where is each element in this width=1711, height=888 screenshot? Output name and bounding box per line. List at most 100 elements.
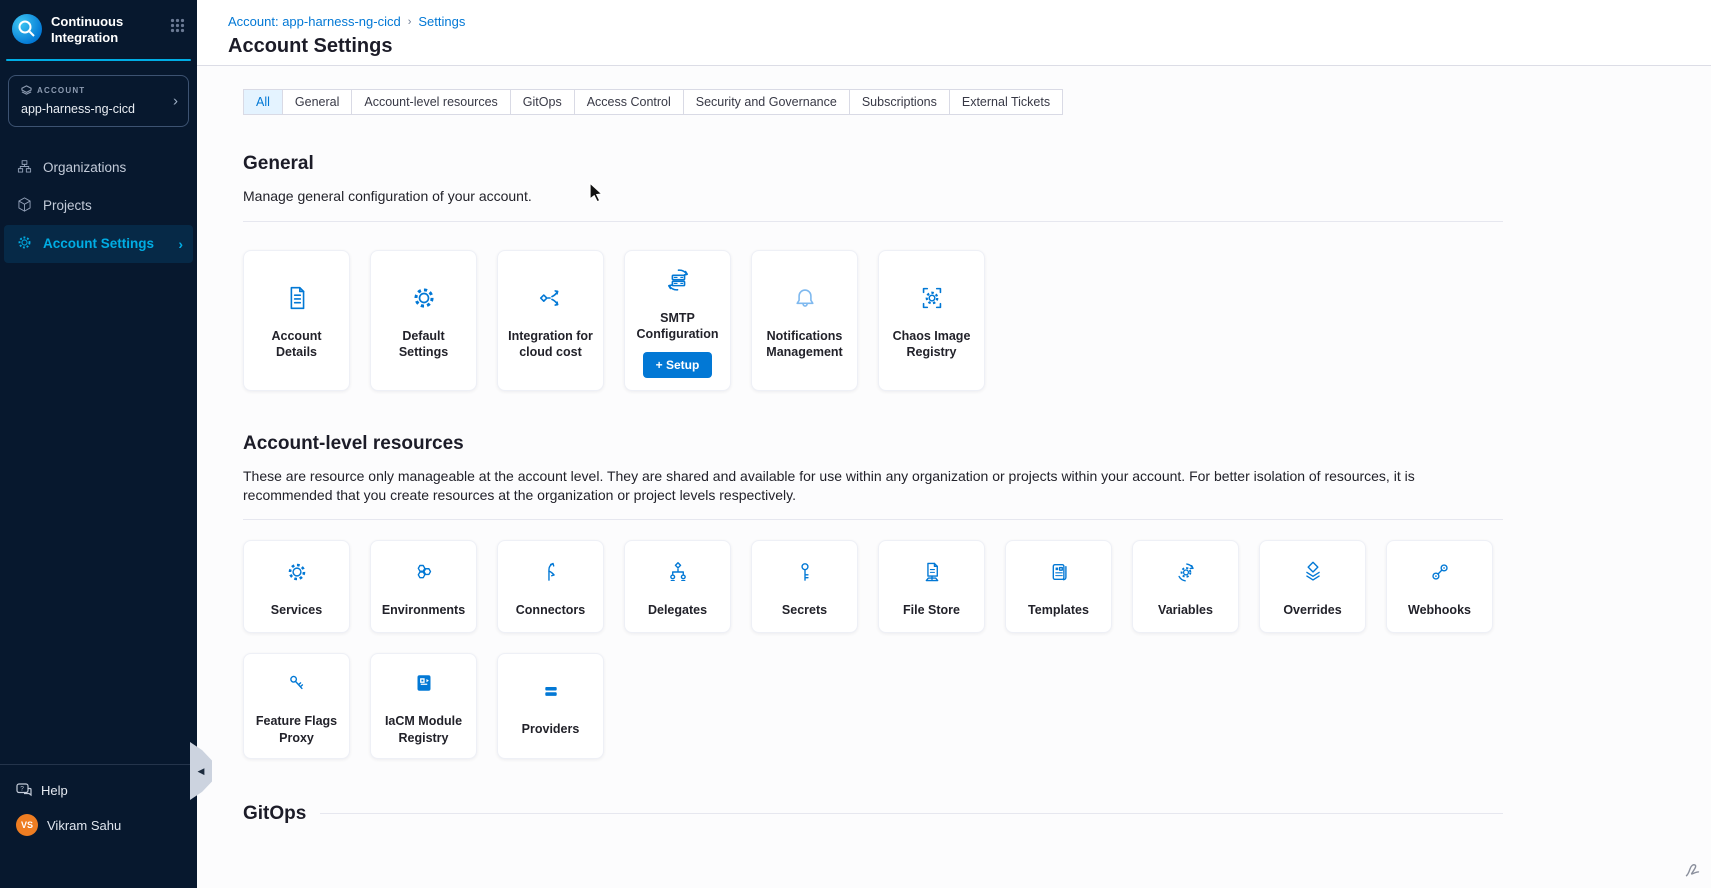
document-card[interactable]: Account Details <box>243 250 350 392</box>
card-label: Default Settings <box>377 328 470 361</box>
chaos-registry-icon <box>917 281 947 315</box>
key-icon <box>792 555 818 589</box>
user-menu[interactable]: VS Vikram Sahu <box>0 804 197 836</box>
tab-external-tickets[interactable]: External Tickets <box>949 89 1063 115</box>
resource-card-grid: Services Environments Connectors Delegates S… <box>243 540 1513 759</box>
providers-bars-icon <box>538 674 564 708</box>
card-label: Services <box>267 602 326 618</box>
providers-bars-card[interactable]: Providers <box>497 653 604 759</box>
breadcrumb-separator-icon: › <box>408 16 412 28</box>
card-label: Webhooks <box>1404 602 1475 618</box>
tab-general[interactable]: General <box>282 89 352 115</box>
gitops-section-title: GitOps <box>243 803 306 825</box>
sidebar-item-label: Organizations <box>43 160 126 175</box>
hexagons-icon <box>411 555 437 589</box>
layers-card[interactable]: Overrides <box>1259 540 1366 633</box>
chevron-right-icon: › <box>178 236 183 252</box>
card-label: Delegates <box>644 602 711 618</box>
card-label: Account Details <box>250 328 343 361</box>
chaos-registry-card[interactable]: Chaos Image Registry <box>878 250 985 392</box>
tab-access-control[interactable]: Access Control <box>574 89 684 115</box>
card-label: Providers <box>518 721 584 737</box>
card-label: Environments <box>378 602 469 618</box>
avatar: VS <box>16 814 38 836</box>
module-registry-card[interactable]: IaCM Module Registry <box>370 653 477 759</box>
module-registry-icon <box>411 666 437 700</box>
key-card[interactable]: Secrets <box>751 540 858 633</box>
feedback-widget-icon[interactable] <box>1683 860 1703 880</box>
card-label: File Store <box>899 602 964 618</box>
settings-tab-bar: AllGeneralAccount-level resourcesGitOpsA… <box>243 89 1527 115</box>
branch-arrows-card[interactable]: Connectors <box>497 540 604 633</box>
card-label: Templates <box>1024 602 1093 618</box>
module-accent-rule <box>6 59 191 61</box>
section-divider <box>243 221 1503 222</box>
card-label: Overrides <box>1279 602 1345 618</box>
account-scope-icon <box>21 85 32 96</box>
template-doc-card[interactable]: Templates <box>1005 540 1112 633</box>
hexagons-card[interactable]: Environments <box>370 540 477 633</box>
page-title: Account Settings <box>228 35 1711 58</box>
sidebar-item-account-settings[interactable]: Account Settings› <box>4 225 193 263</box>
sidebar-item-projects[interactable]: Projects <box>4 187 193 225</box>
smtp-server-icon <box>663 263 693 297</box>
feature-key-icon <box>284 666 310 700</box>
card-label: IaCM Module Registry <box>377 713 470 746</box>
breadcrumb: Account: app-harness-ng-cicd › Settings <box>228 14 1711 29</box>
page-header: Account: app-harness-ng-cicd › Settings … <box>197 0 1711 66</box>
org-tree-card[interactable]: Delegates <box>624 540 731 633</box>
card-label: Chaos Image Registry <box>885 328 978 361</box>
sidebar-item-label: Projects <box>43 198 92 213</box>
help-button[interactable]: ? Help <box>0 777 197 804</box>
gear-icon <box>409 281 439 315</box>
gear-icon <box>16 234 33 254</box>
card-label: Feature Flags Proxy <box>250 713 343 746</box>
variables-gear-icon <box>1173 555 1199 589</box>
smtp-server-card[interactable]: SMTP Configuration + Setup <box>624 250 731 392</box>
svg-text:?: ? <box>20 786 24 793</box>
user-name: Vikram Sahu <box>47 818 121 833</box>
card-label: Variables <box>1154 602 1217 618</box>
card-label: Notifications Management <box>758 328 851 361</box>
services-gear-card[interactable]: Services <box>243 540 350 633</box>
branch-arrows-icon <box>538 555 564 589</box>
account-name: app-harness-ng-cicd <box>21 102 178 116</box>
feature-key-card[interactable]: Feature Flags Proxy <box>243 653 350 759</box>
card-label: SMTP Configuration <box>631 310 724 343</box>
general-section-description: Manage general configuration of your acc… <box>243 187 1503 206</box>
breadcrumb-account-link[interactable]: Account: app-harness-ng-cicd <box>228 14 401 29</box>
document-icon <box>282 281 312 315</box>
module-grid-icon[interactable] <box>170 18 185 38</box>
card-label: Secrets <box>778 602 831 618</box>
card-label: Connectors <box>512 602 589 618</box>
webhook-link-icon <box>1427 555 1453 589</box>
bell-icon <box>790 281 820 315</box>
breadcrumb-settings-link[interactable]: Settings <box>418 14 465 29</box>
services-gear-icon <box>284 555 310 589</box>
tab-gitops[interactable]: GitOps <box>510 89 575 115</box>
smtp-setup-button[interactable]: + Setup <box>643 352 713 378</box>
tab-account-level-resources[interactable]: Account-level resources <box>351 89 510 115</box>
file-store-card[interactable]: File Store <box>878 540 985 633</box>
tab-all[interactable]: All <box>243 89 283 115</box>
harness-ci-logo <box>12 14 42 44</box>
projects-icon <box>16 196 33 216</box>
webhook-link-card[interactable]: Webhooks <box>1386 540 1493 633</box>
general-card-grid: Account Details Default Settings Integrati… <box>243 250 1513 392</box>
variables-gear-card[interactable]: Variables <box>1132 540 1239 633</box>
bell-card[interactable]: Notifications Management <box>751 250 858 392</box>
tab-subscriptions[interactable]: Subscriptions <box>849 89 950 115</box>
share-branch-card[interactable]: Integration for cloud cost <box>497 250 604 392</box>
share-branch-icon <box>536 281 566 315</box>
sidebar-item-organizations[interactable]: Organizations <box>4 149 193 187</box>
general-section-title: General <box>243 153 1527 175</box>
chevron-right-icon: › <box>173 92 178 109</box>
account-selector[interactable]: ACCOUNT app-harness-ng-cicd › <box>8 75 189 127</box>
resources-section-description: These are resource only manageable at th… <box>243 467 1503 504</box>
tab-security-and-governance[interactable]: Security and Governance <box>683 89 850 115</box>
gear-card[interactable]: Default Settings <box>370 250 477 392</box>
help-chat-icon: ? <box>16 783 32 798</box>
sidebar-nav: Organizations Projects Account Settings› <box>0 149 197 263</box>
file-store-icon <box>919 555 945 589</box>
layers-icon <box>1300 555 1326 589</box>
